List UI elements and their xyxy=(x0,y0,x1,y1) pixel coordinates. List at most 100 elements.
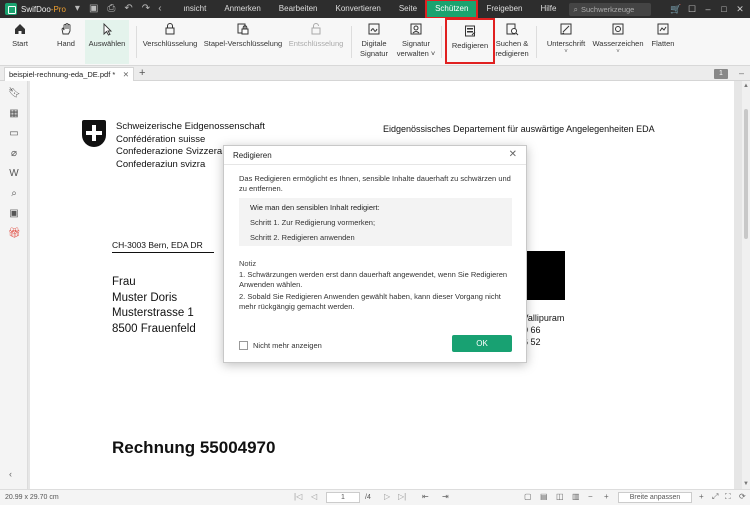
maximize-icon[interactable]: □ xyxy=(716,4,732,14)
batch-encrypt-button[interactable]: Stapel-Verschlüsselung xyxy=(203,22,283,49)
menu-item-freigeben[interactable]: Freigeben xyxy=(477,0,531,18)
close-icon[interactable]: ✕ xyxy=(509,149,517,160)
bookmark-icon[interactable]: 🔖︎ xyxy=(8,88,21,100)
word-icon[interactable]: W xyxy=(8,168,20,180)
next-page-icon[interactable]: ▷ xyxy=(384,492,390,501)
scroll-up-icon[interactable]: ▲ xyxy=(742,83,750,89)
app-menu-icon[interactable]: ▾ xyxy=(75,0,80,18)
scroll-down-icon[interactable]: ▼ xyxy=(742,481,750,487)
select-tool-button[interactable]: Auswählen xyxy=(85,20,129,64)
zoom-in-icon[interactable]: + xyxy=(604,492,609,501)
flatten-label: Flatten xyxy=(651,39,675,48)
menu-item-konvertieren[interactable]: Konvertieren xyxy=(326,0,389,18)
collapse-tabs-icon[interactable]: – xyxy=(739,66,744,81)
batch-encrypt-label: Stapel-Verschlüsselung xyxy=(203,39,283,48)
app-name: SwifDoo-Pro xyxy=(21,4,66,14)
first-page-icon[interactable]: |◁ xyxy=(294,492,302,501)
gift-icon[interactable]: 🎁︎ xyxy=(8,228,21,240)
comments-icon[interactable]: ▭ xyxy=(8,128,20,140)
instructions-heading: Wie man den sensiblen Inhalt redigiert: xyxy=(250,203,380,212)
cart-icon[interactable]: 🛒 xyxy=(668,4,684,15)
close-tab-icon[interactable]: ✕ xyxy=(123,68,129,81)
document-tab-bar: beispiel-rechnung-eda_DE.pdf * ✕ + 1 – xyxy=(0,66,750,81)
ribbon-separator xyxy=(441,26,442,58)
close-window-icon[interactable]: ✕ xyxy=(732,4,748,15)
ok-button[interactable]: OK xyxy=(452,335,512,352)
redact-dialog: Redigieren ✕ Das Redigieren ermöglicht e… xyxy=(223,145,527,363)
thumbnails-icon[interactable]: ▦ xyxy=(8,108,20,120)
attachment-icon[interactable]: ⌀ xyxy=(8,148,20,160)
page-dimensions: 20.99 x 29.70 cm xyxy=(5,494,59,501)
manage-signature-label-2: verwalten xyxy=(396,49,429,58)
last-page-icon[interactable]: ▷| xyxy=(398,492,406,501)
flatten-button[interactable]: Flatten xyxy=(649,22,677,49)
continuous-icon[interactable]: ▤ xyxy=(540,492,548,501)
start-button[interactable]: Start xyxy=(8,22,32,49)
total-pages: /4 xyxy=(365,494,371,501)
watermark-button[interactable]: Wasserzeichen ˅ xyxy=(592,22,644,55)
scroll-thumb[interactable] xyxy=(744,109,748,239)
new-tab-icon[interactable]: + xyxy=(139,66,145,81)
hand-icon xyxy=(61,22,71,35)
checkbox-box[interactable] xyxy=(239,341,248,350)
invoice-title: Rechnung 55004970 xyxy=(112,438,276,457)
single-page-icon[interactable]: ▢ xyxy=(524,492,532,501)
swiss-cross-logo-icon xyxy=(82,120,106,147)
search-redact-button[interactable]: Suchen & redigieren xyxy=(494,22,530,59)
signature-button[interactable]: Unterschrift ˅ xyxy=(543,22,589,55)
dropdown-arrow-icon: ˅ xyxy=(564,49,568,55)
encrypt-button[interactable]: Verschlüsselung xyxy=(142,22,198,49)
menu-item-schuetzen[interactable]: Schützen xyxy=(425,0,479,19)
fit-page-icon[interactable]: ⇤ xyxy=(422,492,429,501)
fit-screen-icon[interactable]: ⤢ xyxy=(712,492,718,502)
sender-address: CH-3003 Bern, EDA DR xyxy=(112,240,203,250)
fit-width-icon[interactable]: ⇥ xyxy=(442,492,449,501)
zoom-plus-icon[interactable]: + xyxy=(699,492,704,501)
menu-item-ansicht[interactable]: ınsicht xyxy=(174,0,215,18)
menu-item-anmerken[interactable]: Anmerken xyxy=(215,0,269,18)
manage-signature-label-1: Signatur xyxy=(402,39,430,48)
search-redact-label-2: redigieren xyxy=(495,49,529,58)
hand-tool-button[interactable]: Hand xyxy=(54,22,78,49)
prev-page-icon[interactable]: ◁ xyxy=(311,492,317,501)
dont-show-again-checkbox[interactable]: Nicht mehr anzeigen xyxy=(239,341,322,350)
home-icon xyxy=(15,24,25,34)
undo-icon[interactable]: ↶ xyxy=(124,0,132,18)
redo-icon[interactable]: ↷ xyxy=(142,0,150,18)
save-icon[interactable]: ▣ xyxy=(89,0,98,18)
two-page-icon[interactable]: ◫ xyxy=(556,492,564,501)
menu-item-bearbeiten[interactable]: Bearbeiten xyxy=(270,0,327,18)
vertical-scrollbar[interactable]: ▲ ▼ xyxy=(742,81,750,489)
manage-signature-button[interactable]: Signatur verwalten ˅ xyxy=(396,22,436,59)
menu-item-hilfe[interactable]: Hilfe xyxy=(531,0,565,18)
menu-item-seite[interactable]: Seite xyxy=(390,0,426,18)
decrypt-label: Entschlüsselung xyxy=(288,39,344,48)
image-icon[interactable]: ▣ xyxy=(8,208,20,220)
two-page-continuous-icon[interactable]: ▥ xyxy=(572,492,580,501)
digital-signature-icon xyxy=(368,23,380,35)
instructions-box: Wie man den sensiblen Inhalt redigiert: … xyxy=(239,198,512,246)
print-icon[interactable]: ⎙ xyxy=(107,0,115,18)
document-tab-label: beispiel-rechnung-eda_DE.pdf * xyxy=(9,70,116,79)
batch-lock-icon xyxy=(237,23,249,35)
redact-button[interactable]: Redigieren xyxy=(445,18,495,64)
address-line: Muster Doris xyxy=(112,291,178,304)
search-redact-icon xyxy=(506,23,519,36)
decrypt-button[interactable]: Entschlüsselung xyxy=(287,22,345,49)
account-icon[interactable]: ☐ xyxy=(684,4,700,15)
document-tab[interactable]: beispiel-rechnung-eda_DE.pdf * ✕ xyxy=(4,67,134,81)
menu-scroll-left-icon[interactable]: ‹ xyxy=(158,4,168,14)
current-page-input[interactable]: 1 xyxy=(326,492,360,503)
fullscreen-icon[interactable]: ⛶ xyxy=(725,492,731,502)
tool-search-input[interactable]: ⌕ Suchwerkzeuge xyxy=(569,2,652,16)
digital-signature-button[interactable]: Digitale Signatur xyxy=(357,22,391,59)
minimize-icon[interactable]: – xyxy=(700,4,716,14)
status-bar: 20.99 x 29.70 cm |◁ ◁ 1 /4 ▷ ▷| ⇤ ⇥ ▢ ▤ … xyxy=(0,489,750,505)
digital-signature-label-1: Digitale xyxy=(361,39,387,48)
instruction-step: Schritt 1. Zur Redigierung vormerken; xyxy=(250,218,376,227)
zoom-out-icon[interactable]: − xyxy=(588,492,593,501)
collapse-sidebar-icon[interactable]: ‹ xyxy=(9,469,12,479)
rotate-icon[interactable]: ⟳ xyxy=(739,492,746,501)
search-icon[interactable]: ⌕ xyxy=(8,188,20,200)
zoom-mode-select[interactable]: Breite anpassen xyxy=(618,492,692,503)
